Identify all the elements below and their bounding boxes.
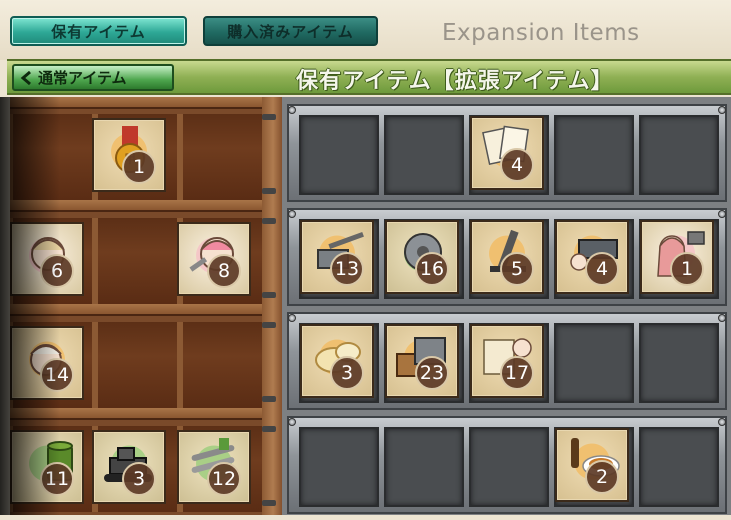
item-count: 5 — [500, 252, 534, 286]
item-catapult-girl[interactable]: 1 — [640, 220, 714, 294]
section-title: 保有アイテム【拡張アイテム】 — [296, 69, 614, 94]
back-button-label: 通常アイテム — [38, 69, 127, 87]
bolt — [718, 314, 726, 322]
panel-slot-empty — [639, 427, 719, 507]
item-count: 4 — [500, 148, 534, 182]
item-dinner-set[interactable]: 2 — [555, 428, 629, 502]
bolt — [288, 210, 296, 218]
hinge — [262, 426, 276, 432]
item-turbine[interactable]: 16 — [385, 220, 459, 294]
tab-owned-items[interactable]: 保有アイテム — [10, 16, 187, 46]
item-count: 1 — [670, 252, 704, 286]
item-count: 23 — [415, 356, 449, 390]
bolt — [288, 106, 296, 114]
item-count: 12 — [207, 462, 241, 496]
item-repair-fairy[interactable]: 8 — [177, 222, 251, 296]
item-fuel-drum[interactable]: 11 — [10, 430, 84, 504]
panel-slot-empty — [299, 115, 379, 195]
hinge — [262, 218, 276, 224]
bolt — [718, 106, 726, 114]
item-documents[interactable]: 4 — [470, 116, 544, 190]
panel-slot-empty — [384, 427, 464, 507]
hinge — [262, 396, 276, 402]
bolt — [288, 314, 296, 322]
item-bread[interactable]: 3 — [300, 324, 374, 398]
panel-slot-empty — [554, 323, 634, 403]
item-naval-gun[interactable]: 13 — [300, 220, 374, 294]
shelf-slot-empty — [95, 322, 180, 408]
item-medal[interactable]: 甲 1 — [92, 118, 166, 192]
item-crew-fairy[interactable]: 14 — [10, 326, 84, 400]
panel-slot-empty — [384, 115, 464, 195]
item-count: 3 — [122, 462, 156, 496]
hinge — [262, 188, 276, 194]
panel-slot-empty — [469, 427, 549, 507]
item-count: 17 — [500, 356, 534, 390]
bolt — [288, 418, 296, 426]
page-title: Expansion Items — [442, 20, 640, 46]
panel-slot-empty — [554, 115, 634, 195]
item-torpedo-parts[interactable]: 12 — [177, 430, 251, 504]
bolt — [718, 418, 726, 426]
shelf-side-rail — [262, 97, 284, 515]
panel-slot-empty — [639, 115, 719, 195]
metal-row — [287, 416, 727, 514]
item-supply-crates[interactable]: 23 — [385, 324, 459, 398]
hinge — [262, 322, 276, 328]
item-count: 4 — [585, 252, 619, 286]
hinge — [262, 500, 276, 506]
item-count: 1 — [122, 150, 156, 184]
item-blueprint-fairy[interactable]: 17 — [470, 324, 544, 398]
hinge — [262, 114, 276, 120]
item-mortar[interactable]: 5 — [470, 220, 544, 294]
shelf-slot-empty — [10, 114, 95, 200]
item-count: 8 — [207, 254, 241, 288]
shelf-slot-empty — [180, 322, 265, 408]
panel-slot-empty — [299, 427, 379, 507]
shelf-slot-empty — [180, 114, 265, 200]
item-count: 6 — [40, 254, 74, 288]
back-to-normal-items-button[interactable]: 通常アイテム — [12, 64, 174, 91]
hinge — [262, 292, 276, 298]
item-count: 14 — [40, 358, 74, 392]
item-count: 3 — [330, 356, 364, 390]
item-anti-air-fairy[interactable]: 4 — [555, 220, 629, 294]
item-count: 2 — [585, 460, 619, 494]
panel-slot-empty — [639, 323, 719, 403]
chevron-left-icon — [20, 70, 31, 85]
item-count: 16 — [415, 252, 449, 286]
item-count: 11 — [40, 462, 74, 496]
item-fairy-girl[interactable]: 6 — [10, 222, 84, 296]
item-count: 13 — [330, 252, 364, 286]
bolt — [718, 210, 726, 218]
tab-purchased-items[interactable]: 購入済みアイテム — [203, 16, 378, 46]
shelf-slot-empty — [95, 218, 180, 304]
item-bulldozer[interactable]: 3 — [92, 430, 166, 504]
